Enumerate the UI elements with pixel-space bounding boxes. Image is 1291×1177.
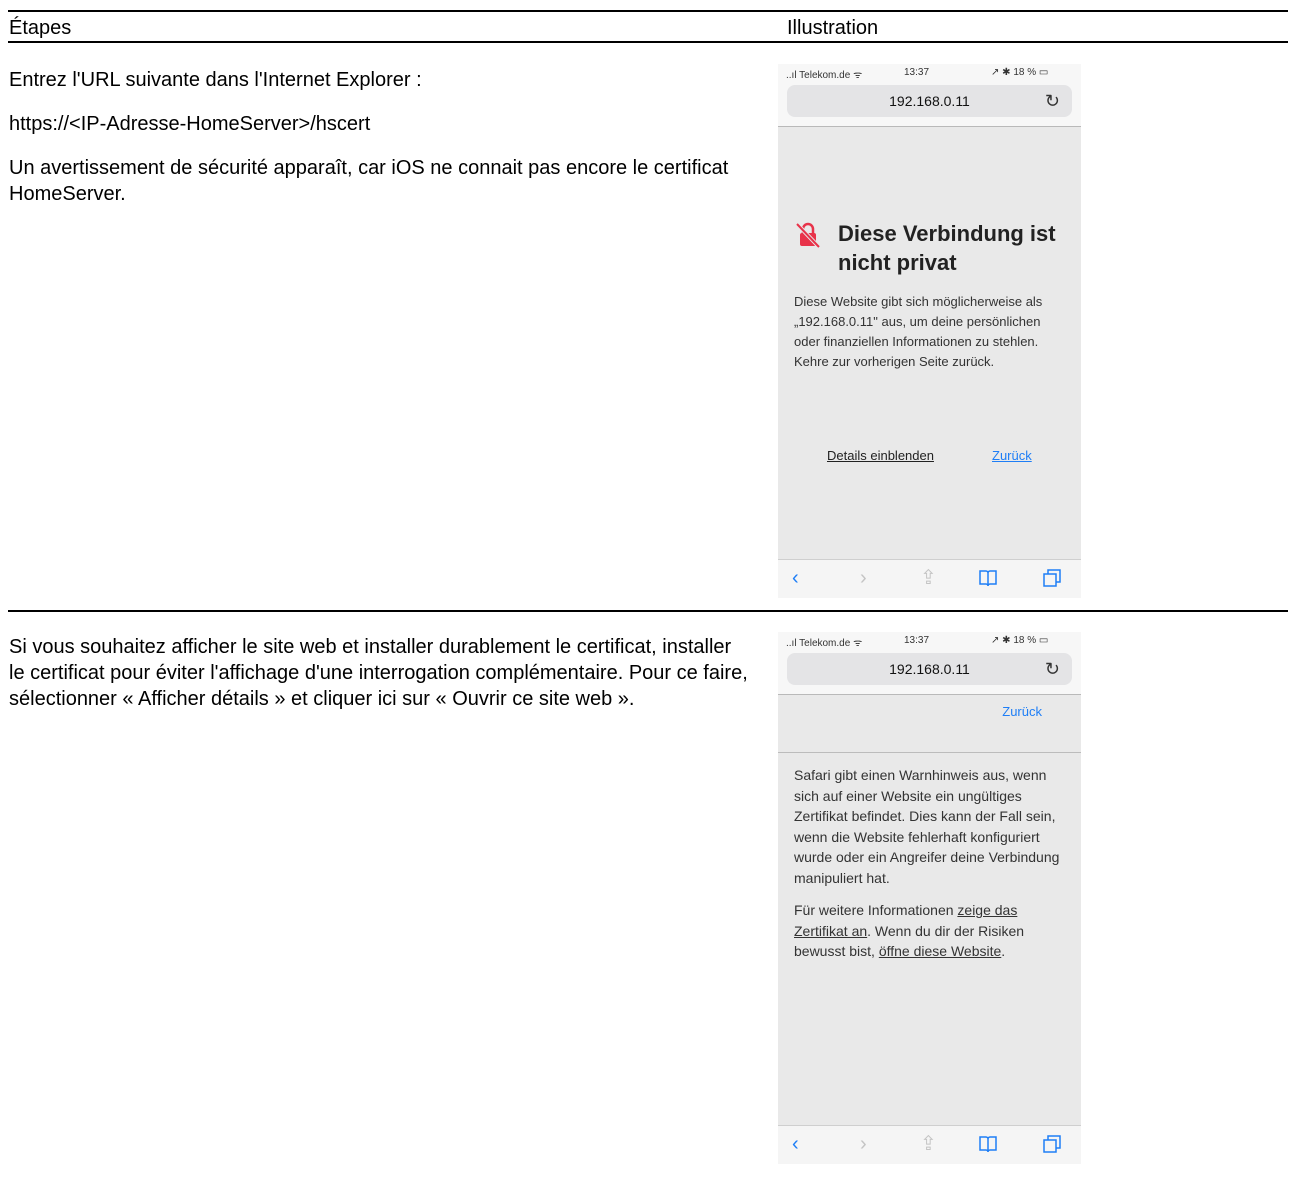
clock: 13:37 xyxy=(904,635,930,646)
share-icon[interactable]: ⇪ xyxy=(920,568,937,588)
column-header-illustration: Illustration xyxy=(787,17,879,39)
step-2-text: Si vous souhaitez afficher le site web e… xyxy=(9,636,748,710)
forward-icon[interactable]: › xyxy=(860,568,867,588)
address-bar-area: 192.168.0.11 ↻ xyxy=(778,82,1081,127)
battery-status: ↗ ✱ 18 % ▭ xyxy=(991,635,1049,646)
open-website-link[interactable]: öffne diese Website xyxy=(879,943,1001,959)
phone-screenshot-warning: ..ıl Telekom.de ᯤ 13:37 ↗ ✱ 18 % ▭ 192.1… xyxy=(778,64,1081,598)
browser-toolbar: ‹ › ⇪ xyxy=(778,1125,1081,1164)
show-details-link[interactable]: Details einblenden xyxy=(827,448,934,463)
details-paragraph-2: Für weitere Informationen zeige das Zert… xyxy=(794,900,1066,962)
bookmarks-icon[interactable] xyxy=(978,568,998,592)
details-paragraph-1: Safari gibt einen Warnhinweis aus, wenn … xyxy=(794,767,1060,886)
share-icon[interactable]: ⇪ xyxy=(920,1134,937,1154)
forward-icon[interactable]: › xyxy=(860,1134,867,1154)
warning-title: Diese Verbindung ist nicht privat xyxy=(838,221,1056,275)
reload-icon[interactable]: ↻ xyxy=(1045,653,1060,685)
bookmarks-icon[interactable] xyxy=(978,1134,998,1158)
address-text: 192.168.0.11 xyxy=(889,661,970,677)
details-text-a: Für weitere Informationen xyxy=(794,902,958,918)
step-1-line-3: Un avertissement de sécurité apparaît, c… xyxy=(9,157,729,205)
tabs-icon[interactable] xyxy=(1042,568,1062,592)
step-1-text: Entrez l'URL suivante dans l'Internet Ex… xyxy=(9,67,749,225)
browser-toolbar: ‹ › ⇪ xyxy=(778,559,1081,598)
broken-lock-icon xyxy=(795,222,821,249)
back-icon[interactable]: ‹ xyxy=(792,1134,799,1154)
step-1-url: https://<IP-Adresse-HomeServer>/hscert xyxy=(9,113,371,135)
back-link[interactable]: Zurück xyxy=(1002,704,1042,719)
carrier-label: ..ıl Telekom.de ᯤ xyxy=(786,70,863,81)
details-text-c: . xyxy=(1001,943,1006,959)
status-bar: ..ıl Telekom.de ᯤ 13:37 ↗ ✱ 18 % ▭ xyxy=(778,632,1081,650)
back-link[interactable]: Zurück xyxy=(992,448,1032,463)
reload-icon[interactable]: ↻ xyxy=(1045,85,1060,117)
carrier-label: ..ıl Telekom.de ᯤ xyxy=(786,638,863,649)
address-bar-area: 192.168.0.11 ↻ xyxy=(778,650,1081,695)
warning-body: Diese Website gibt sich möglicherweise a… xyxy=(794,294,1043,369)
back-bar: Zurück xyxy=(778,694,1081,753)
address-bar[interactable]: 192.168.0.11 ↻ xyxy=(787,85,1072,117)
details-body: Safari gibt einen Warnhinweis aus, wenn … xyxy=(794,765,1066,974)
clock: 13:37 xyxy=(904,67,930,78)
status-bar: ..ıl Telekom.de ᯤ 13:37 ↗ ✱ 18 % ▭ xyxy=(778,64,1081,82)
table-top-rule xyxy=(8,10,1288,12)
phone-screenshot-details: ..ıl Telekom.de ᯤ 13:37 ↗ ✱ 18 % ▭ 192.1… xyxy=(778,632,1081,1164)
address-text: 192.168.0.11 xyxy=(889,93,970,109)
address-bar[interactable]: 192.168.0.11 ↻ xyxy=(787,653,1072,685)
tabs-icon[interactable] xyxy=(1042,1134,1062,1158)
back-icon[interactable]: ‹ xyxy=(792,568,799,588)
battery-status: ↗ ✱ 18 % ▭ xyxy=(991,67,1049,78)
step-1-line-1: Entrez l'URL suivante dans l'Internet Ex… xyxy=(9,69,422,91)
row-divider-rule xyxy=(8,610,1288,612)
table-header-rule xyxy=(8,41,1288,43)
column-header-steps: Étapes xyxy=(9,17,72,39)
